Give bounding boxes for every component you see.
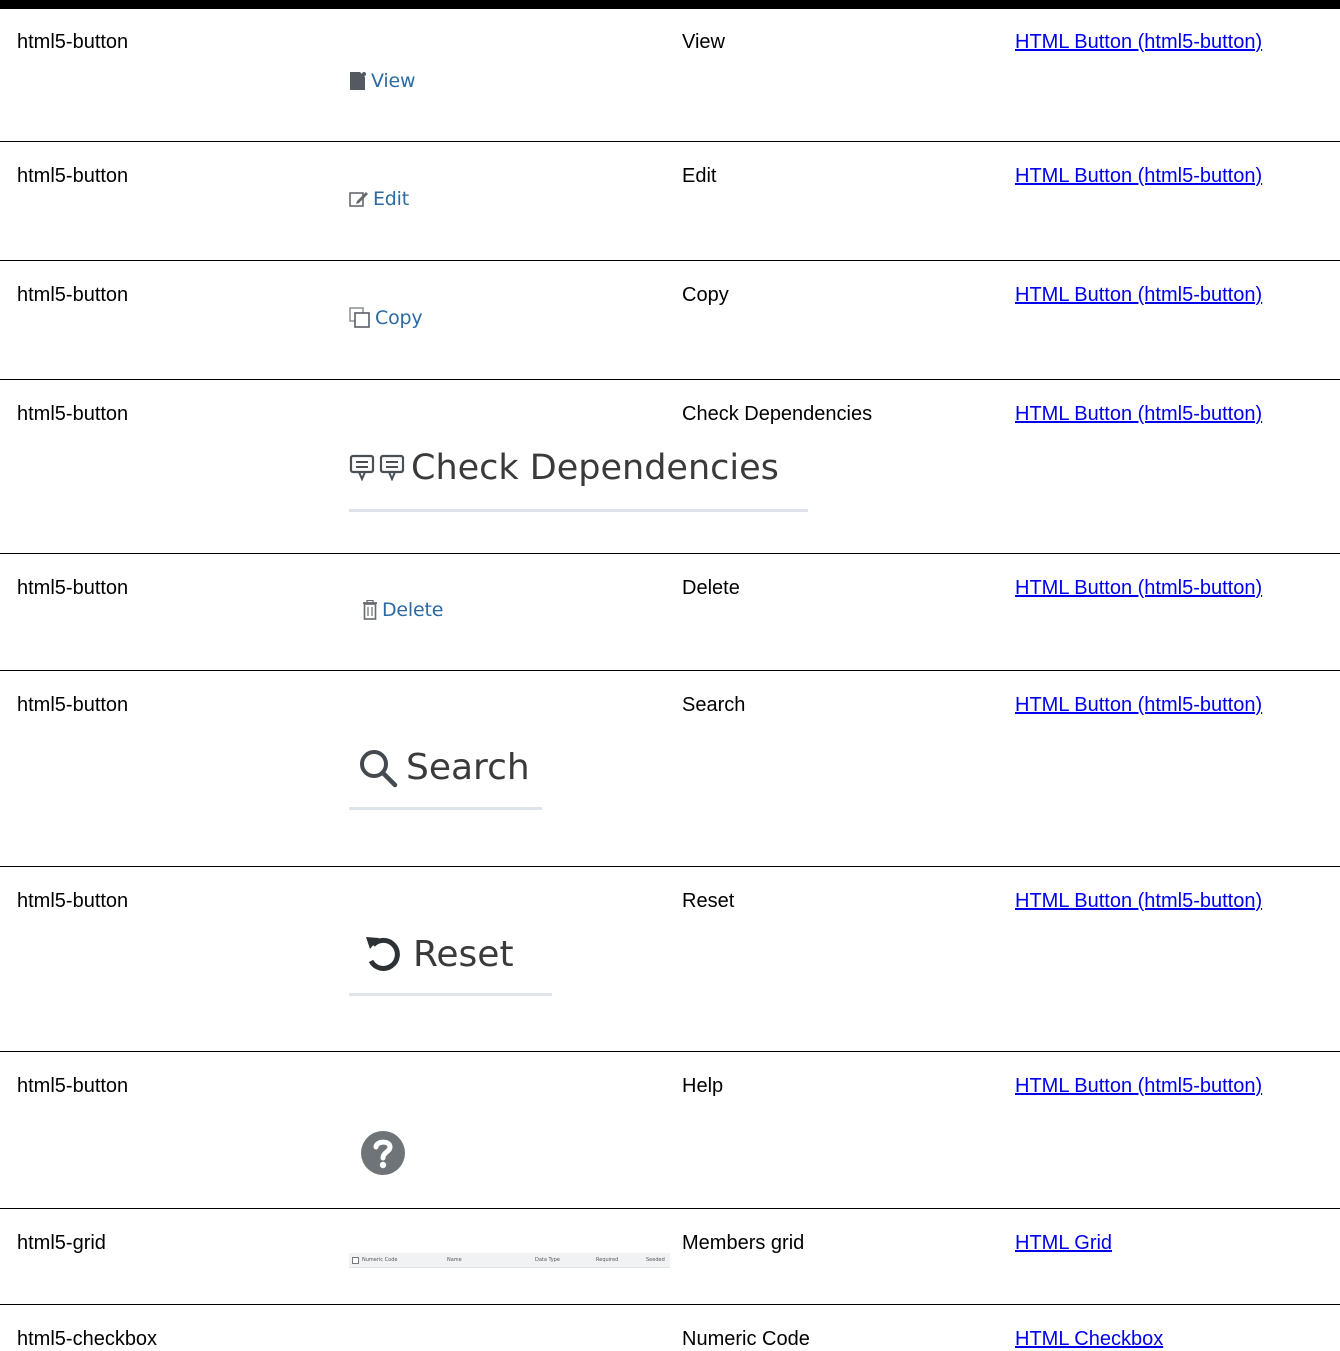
doc-link[interactable]: HTML Button (html5-button)	[1015, 576, 1262, 600]
search-button-screenshot: Search	[349, 747, 530, 788]
table-row: html5-button Edit HTML Button (html5-but…	[0, 141, 1340, 261]
control-label: Numeric Code	[682, 1328, 810, 1350]
button-underline	[349, 807, 542, 810]
doc-link[interactable]: HTML Button (html5-button)	[1015, 402, 1262, 426]
reset-icon	[363, 933, 405, 975]
table-row: html5-button Help HTML Button (html5-but…	[0, 1051, 1340, 1209]
control-label: View	[682, 31, 725, 53]
grid-column-header: Seeded	[646, 1257, 665, 1263]
help-button-screenshot	[349, 1129, 407, 1177]
help-icon	[359, 1129, 407, 1177]
dependencies-icon	[349, 454, 407, 482]
delete-button-label: Delete	[382, 599, 444, 621]
grid-column-header: Name	[447, 1257, 462, 1263]
control-type: html5-button	[17, 31, 129, 53]
grid-column-header: Data Type	[535, 1257, 561, 1263]
doc-link[interactable]: HTML Button (html5-button)	[1015, 283, 1262, 307]
control-type: html5-button	[17, 577, 129, 599]
doc-link[interactable]: HTML Button (html5-button)	[1015, 693, 1262, 717]
control-label: Copy	[682, 284, 729, 306]
doc-link[interactable]: HTML Button (html5-button)	[1015, 164, 1262, 188]
check-dependencies-button-label: Check Dependencies	[411, 448, 779, 488]
copy-icon	[349, 307, 371, 329]
control-type: html5-button	[17, 1075, 129, 1097]
edit-button-label: Edit	[373, 188, 409, 210]
control-label: Search	[682, 694, 746, 716]
control-label: Help	[682, 1075, 724, 1097]
table-row: html5-button Search HTML Button (html5-b…	[0, 670, 1340, 867]
control-type: html5-checkbox	[17, 1328, 158, 1350]
reset-button-screenshot: Reset	[349, 933, 514, 975]
doc-link[interactable]: HTML Grid	[1015, 1231, 1112, 1255]
control-label: Members grid	[682, 1232, 805, 1254]
table-row: html5-grid Members grid HTML Grid Numeri…	[0, 1208, 1340, 1305]
reset-button-label: Reset	[413, 933, 514, 975]
table-row: html5-button View HTML Button (html5-but…	[0, 9, 1340, 121]
copy-button-label: Copy	[375, 307, 423, 329]
doc-link[interactable]: HTML Checkbox	[1015, 1327, 1163, 1351]
button-underline	[349, 993, 552, 996]
control-type: html5-button	[17, 403, 129, 425]
check-dependencies-button-screenshot: Check Dependencies	[349, 448, 779, 488]
grid-column-header: Required	[596, 1257, 619, 1263]
control-type: html5-button	[17, 694, 129, 716]
table-row: html5-button Copy HTML Button (html5-but…	[0, 260, 1340, 380]
doc-link[interactable]: HTML Button (html5-button)	[1015, 889, 1262, 913]
control-type: html5-button	[17, 165, 129, 187]
control-label: Reset	[682, 890, 735, 912]
trash-icon	[362, 600, 378, 620]
view-button-screenshot: View	[349, 70, 415, 92]
delete-button-screenshot: Delete	[349, 599, 443, 621]
search-button-label: Search	[406, 747, 530, 788]
control-label: Delete	[682, 577, 740, 599]
view-icon	[349, 71, 367, 91]
table-row: html5-button Reset HTML Button (html5-bu…	[0, 866, 1340, 1052]
edit-button-screenshot: Edit	[349, 188, 409, 210]
doc-link[interactable]: HTML Button (html5-button)	[1015, 30, 1262, 54]
control-type: html5-grid	[17, 1232, 106, 1254]
table-row: html5-checkbox Numeric Code HTML Checkbo…	[0, 1304, 1340, 1350]
table-row: html5-button Delete HTML Button (html5-b…	[0, 553, 1340, 671]
edit-icon	[349, 190, 369, 208]
control-type: html5-button	[17, 890, 129, 912]
members-grid-screenshot: Numeric Code Name Data Type Required See…	[349, 1253, 670, 1268]
top-border	[0, 0, 1340, 9]
copy-button-screenshot: Copy	[349, 307, 423, 329]
button-underline	[349, 509, 808, 512]
control-label: Check Dependencies	[682, 403, 873, 425]
grid-column-header: Numeric Code	[362, 1257, 398, 1263]
table-row: html5-button Check Dependencies HTML But…	[0, 379, 1340, 554]
control-label: Edit	[682, 165, 717, 187]
doc-link[interactable]: HTML Button (html5-button)	[1015, 1074, 1262, 1098]
search-icon	[358, 748, 398, 788]
grid-header-checkbox	[352, 1257, 359, 1264]
view-button-label: View	[371, 70, 416, 92]
control-type: html5-button	[17, 284, 129, 306]
